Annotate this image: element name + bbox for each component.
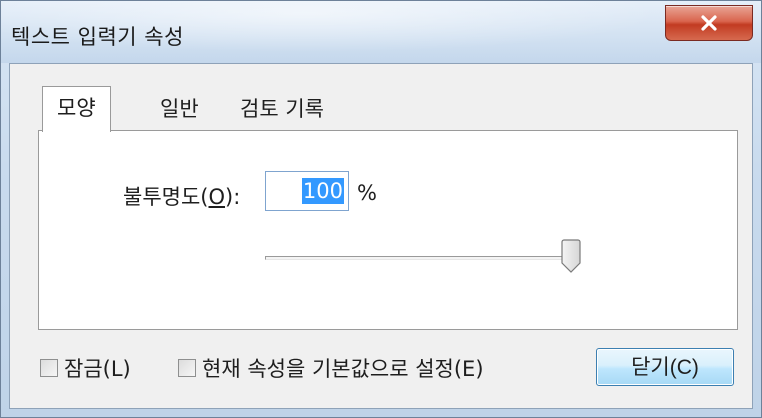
- set-default-checkbox-box[interactable]: [178, 359, 196, 377]
- lock-checkbox-label: 잠금(L): [64, 357, 131, 381]
- dialog-window: 텍스트 입력기 속성 모양 일반 검토 기록 불투명도(O): 100 % 잠금…: [0, 0, 762, 418]
- close-dialog-button[interactable]: 닫기(C): [596, 348, 734, 386]
- dialog-client-area: 모양 일반 검토 기록 불투명도(O): 100 % 잠금(L) 현재 속성을 …: [9, 63, 753, 409]
- window-title: 텍스트 입력기 속성: [11, 25, 184, 49]
- opacity-label-prefix: 불투명도(: [123, 185, 209, 209]
- opacity-label-mnemonic: O: [208, 185, 226, 209]
- tab-appearance[interactable]: 모양: [42, 86, 111, 132]
- tab-review-history[interactable]: 검토 기록: [226, 90, 338, 130]
- tab-general[interactable]: 일반: [146, 90, 213, 130]
- lock-checkbox[interactable]: 잠금(L): [40, 354, 131, 382]
- opacity-slider-track[interactable]: [265, 256, 573, 260]
- tab-panel-appearance: 불투명도(O): 100 %: [38, 130, 738, 330]
- window-close-button[interactable]: [665, 5, 753, 41]
- opacity-label: 불투명도(O):: [123, 181, 240, 211]
- slider-thumb-icon: [561, 239, 581, 273]
- opacity-value: 100: [301, 178, 344, 204]
- title-bar[interactable]: 텍스트 입력기 속성: [1, 1, 761, 63]
- opacity-input[interactable]: 100: [265, 171, 349, 211]
- percent-sign: %: [357, 181, 377, 205]
- lock-checkbox-box[interactable]: [40, 359, 58, 377]
- opacity-label-suffix: ):: [225, 185, 241, 209]
- opacity-slider-thumb[interactable]: [561, 239, 581, 273]
- set-default-checkbox-label: 현재 속성을 기본값으로 설정(E): [202, 357, 484, 381]
- close-x-icon: [701, 15, 717, 31]
- set-default-checkbox[interactable]: 현재 속성을 기본값으로 설정(E): [178, 354, 484, 382]
